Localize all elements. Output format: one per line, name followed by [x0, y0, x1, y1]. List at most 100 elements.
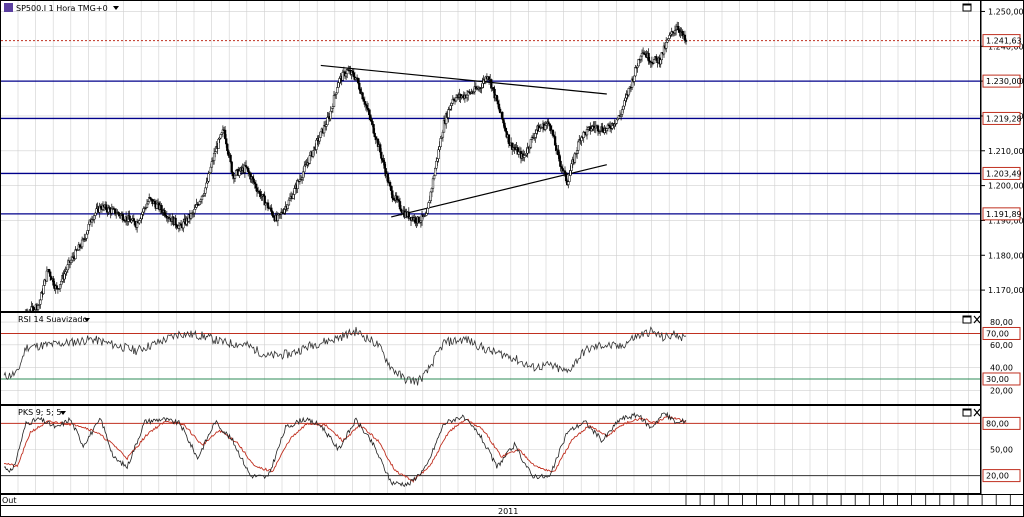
candle-body — [586, 127, 590, 130]
candle-body — [80, 239, 84, 248]
chart-frame — [0, 0, 1024, 517]
y-tick-label: 80,00 — [990, 318, 1013, 327]
candle-body — [283, 209, 286, 214]
candle-body — [492, 87, 495, 90]
candle-body — [497, 103, 501, 110]
candle-body — [395, 195, 398, 200]
candle-body — [93, 215, 96, 220]
candle-body — [428, 200, 431, 203]
candle-body — [133, 220, 137, 226]
pks-panel-title[interactable]: PKS 9; 5; 5 — [18, 408, 61, 417]
candle-body — [332, 95, 336, 107]
candle-body — [369, 114, 372, 120]
candle-body — [380, 151, 383, 159]
candle-body — [238, 170, 241, 176]
candle-body — [69, 259, 73, 263]
candle-body — [358, 82, 361, 90]
candle-body — [326, 117, 329, 125]
candle-body — [64, 271, 67, 275]
candle-body — [677, 26, 680, 30]
candle-body — [204, 187, 207, 194]
candle-body — [223, 129, 227, 139]
level-label: 1.219,28 — [986, 114, 1022, 123]
candle-body — [659, 59, 662, 65]
candle-body — [684, 40, 688, 42]
candle-body — [373, 132, 376, 138]
candle-body — [210, 161, 214, 168]
candle-body — [465, 94, 469, 99]
candle-body — [436, 158, 439, 162]
candle-body — [553, 136, 557, 146]
y-tick-label: 40,00 — [990, 364, 1013, 373]
candle-body — [371, 121, 374, 125]
candle-body — [568, 175, 571, 182]
candle-body — [128, 215, 131, 220]
candle-body — [39, 299, 42, 305]
candle-body — [65, 269, 68, 273]
candle-body — [668, 35, 671, 39]
candle-body — [234, 170, 238, 176]
candle-body — [449, 105, 452, 110]
candle-body — [145, 203, 149, 208]
candle-body — [426, 208, 429, 214]
candle-body — [141, 211, 144, 215]
candle-body — [454, 97, 458, 102]
candle-body — [622, 105, 625, 110]
candle-body — [683, 34, 687, 41]
candle-body — [266, 202, 270, 209]
candle-body — [205, 182, 208, 189]
candle-body — [399, 208, 403, 212]
candle-body — [585, 129, 589, 136]
candle-body — [74, 249, 77, 259]
maximize-icon[interactable] — [962, 3, 972, 12]
candle-body — [647, 52, 650, 62]
candle-body — [529, 139, 533, 148]
candle-body — [352, 72, 355, 78]
candle-body — [247, 168, 250, 172]
symbol-icon — [4, 3, 13, 12]
candle-body — [163, 210, 166, 216]
candle-body — [398, 201, 402, 210]
candle-body — [209, 166, 212, 173]
price-panel-header[interactable]: SP500.I 1 Hora TMG+0 — [4, 3, 119, 13]
candle-body — [388, 182, 392, 187]
candle-body — [634, 67, 637, 77]
rsi-panel-header[interactable]: RSI 14 Suavizado — [18, 315, 90, 324]
candle-body — [621, 109, 624, 115]
y-tick-label: 60,00 — [990, 341, 1013, 350]
candle-body — [189, 213, 193, 219]
candle-body — [666, 39, 669, 43]
maximize-icon[interactable] — [962, 408, 972, 417]
candle-body — [47, 268, 51, 273]
candle-body — [567, 181, 570, 185]
rsi-panel-title[interactable]: RSI 14 Suavizado — [18, 315, 87, 324]
candle-body — [86, 230, 89, 235]
maximize-icon[interactable] — [962, 315, 972, 324]
candle-body — [55, 285, 58, 289]
candle-body — [52, 278, 55, 286]
candle-body — [560, 166, 563, 169]
candle-body — [287, 199, 291, 206]
candle-body — [311, 150, 315, 157]
candle-body — [379, 144, 382, 153]
candle-body — [368, 109, 371, 116]
candle-body — [292, 194, 295, 199]
y-tick-label: 1.200,00 — [988, 182, 1024, 191]
candle-body — [639, 55, 643, 60]
candle-body — [665, 41, 668, 49]
level-label: 1.241,63 — [986, 37, 1022, 46]
pks-panel-header[interactable]: PKS 9; 5; 5 — [18, 408, 66, 417]
candle-body — [113, 208, 117, 215]
candle-body — [496, 100, 500, 105]
x-tick-label: 2011 — [498, 507, 518, 516]
candle-body — [63, 273, 66, 280]
candle-body — [336, 87, 339, 94]
candle-body — [548, 123, 551, 127]
candle-body — [344, 73, 348, 77]
candle-body — [673, 30, 677, 34]
y-tick-label: 1.210,00 — [988, 147, 1024, 156]
candle-body — [140, 214, 143, 220]
candle-body — [432, 175, 436, 180]
candle-body — [194, 207, 197, 210]
price-panel-title[interactable]: SP500.I 1 Hora TMG+0 — [16, 4, 108, 13]
